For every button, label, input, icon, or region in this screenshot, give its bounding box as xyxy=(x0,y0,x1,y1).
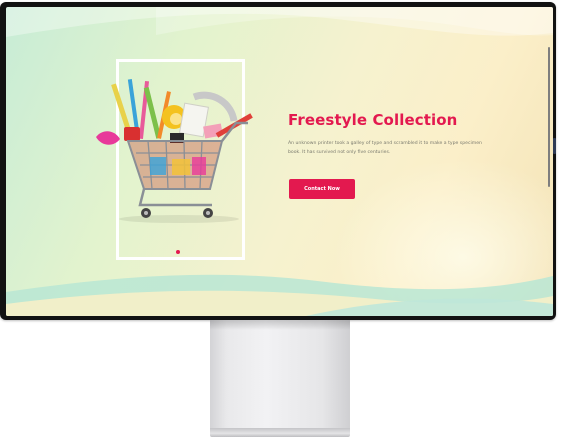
bottom-wave-decoration xyxy=(6,274,553,316)
shopping-cart-icon xyxy=(96,79,253,223)
hero-title: Freestyle Collection xyxy=(288,111,458,129)
page-scrollbar[interactable] xyxy=(548,47,550,187)
hero-description: An unknown printer took a galley of type… xyxy=(288,141,482,155)
monitor-stand xyxy=(210,320,350,430)
contact-now-button[interactable]: Contact Now xyxy=(289,179,355,199)
monitor-mockup: Freestyle Collection An unknown printer … xyxy=(0,0,561,445)
monitor-base xyxy=(210,428,350,437)
top-wave-decoration xyxy=(6,7,553,37)
website-screen: Freestyle Collection An unknown printer … xyxy=(6,7,553,316)
monitor-side-button xyxy=(553,138,556,154)
slider-indicator-dot[interactable] xyxy=(176,250,180,254)
monitor-bezel: Freestyle Collection An unknown printer … xyxy=(0,2,556,320)
stand-shadow xyxy=(210,320,350,330)
